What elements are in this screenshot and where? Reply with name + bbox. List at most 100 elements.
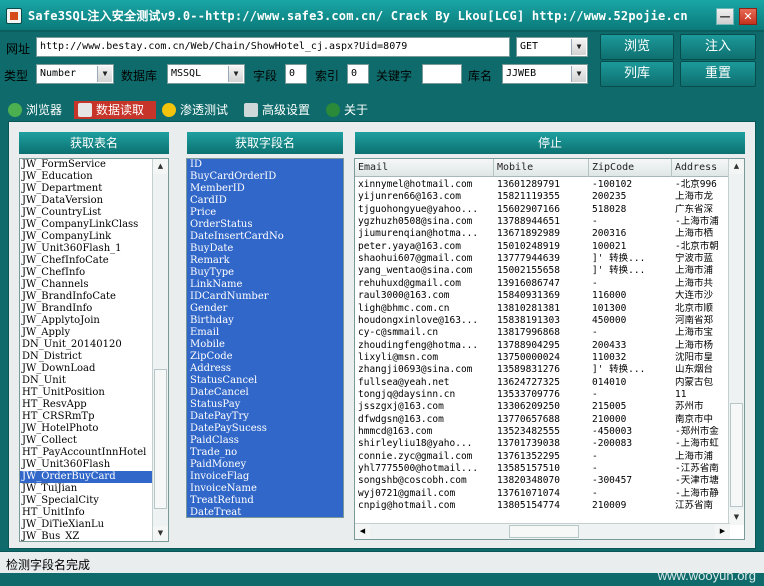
table-row[interactable]: dfwdgsn@163.com 13770657688 210000 南京市中	[355, 414, 730, 426]
table-list-item[interactable]: HT_ResvApp	[20, 399, 168, 411]
table-row[interactable]: yang_wentao@sina.com 15002155658]' 转换... 上…	[355, 265, 730, 277]
table-row[interactable]: houdongxinlove@163... 15838191303 450000 河南…	[355, 315, 730, 327]
table-row[interactable]: rehuhuxd@gmail.com 13916086747 - 上海市共	[355, 278, 730, 290]
scroll-right-icon[interactable]: ▶	[715, 524, 730, 539]
table-list-item[interactable]: HT_PayAccountInnHotel	[20, 447, 168, 459]
scroll-down-icon[interactable]: ▼	[729, 510, 744, 525]
table-row[interactable]: shirleyliu18@yaho... 13701739038 -200083 -上…	[355, 438, 730, 450]
field-list-item[interactable]: BuyCardOrderID	[187, 171, 343, 183]
table-row[interactable]: peter.yaya@163.com 15010248919 100021 -北京市朝	[355, 241, 730, 253]
chevron-down-icon[interactable]: ▼	[571, 66, 586, 82]
scroll-thumb[interactable]	[509, 525, 579, 538]
table-list-item[interactable]: JW_TuiJian	[20, 483, 168, 495]
column-header[interactable]: Email	[355, 159, 494, 177]
table-row[interactable]: tjguohongyue@yahoo... 15602907166 518028 广东…	[355, 204, 730, 216]
table-list-item[interactable]: JW_FormService	[20, 159, 168, 171]
field-list-item[interactable]: StatusCancel	[187, 375, 343, 387]
field-list-item[interactable]: DatePayTry	[187, 411, 343, 423]
field-list[interactable]: ID BuyCardOrderID MemberID CardID Price Order…	[186, 158, 344, 518]
table-list-item[interactable]: JW_DiTieXianLu	[20, 519, 168, 531]
grid-vertical-scrollbar[interactable]: ▲ ▼	[728, 159, 744, 525]
tab-browser[interactable]: 浏览器	[4, 101, 72, 119]
minimize-button[interactable]: —	[716, 8, 734, 25]
chevron-down-icon[interactable]: ▼	[228, 66, 243, 82]
table-list-item[interactable]: JW_BrandInfoCate	[20, 291, 168, 303]
table-list-item[interactable]: JW_Bus_XZ	[20, 531, 168, 541]
field-list-item[interactable]: BuyDate	[187, 243, 343, 255]
close-button[interactable]: ✕	[739, 8, 757, 25]
table-row[interactable]: yhl7775500@hotmail... 13585157510 - -江苏省南	[355, 463, 730, 475]
table-row[interactable]: wyj0721@gmail.com 13761071074 - -上海市静	[355, 488, 730, 500]
table-row[interactable]: cy-c@smmail.cn 13817996868 - 上海市宝	[355, 327, 730, 339]
field-list-item[interactable]: StatusPay	[187, 399, 343, 411]
table-list-item[interactable]: JW_BrandInfo	[20, 303, 168, 315]
table-row[interactable]: xinnymel@hotmail.com 13601289791 -100102 -北…	[355, 179, 730, 191]
field-list-item[interactable]: DateTreat	[187, 507, 343, 517]
table-list-item[interactable]: JW_Unit360Flash_1	[20, 243, 168, 255]
table-list-item[interactable]: JW_Unit360Flash	[20, 459, 168, 471]
scroll-thumb[interactable]	[730, 403, 743, 507]
field-list-item[interactable]: Gender	[187, 303, 343, 315]
table-list-item[interactable]: JW_Channels	[20, 279, 168, 291]
scroll-thumb[interactable]	[154, 369, 167, 509]
table-row[interactable]: ligh@bhmc.com.cn 13810281381 101300 北京市顺	[355, 303, 730, 315]
table-list-item[interactable]: JW_OrderBuyCard	[20, 471, 168, 483]
url-input[interactable]: http://www.bestay.com.cn/Web/Chain/ShowH…	[36, 37, 510, 57]
tab-advanced-settings[interactable]: 高级设置	[240, 101, 318, 119]
table-list-item[interactable]: JW_Department	[20, 183, 168, 195]
field-list-item[interactable]: MemberID	[187, 183, 343, 195]
table-list-item[interactable]: JW_HotelPhoto	[20, 423, 168, 435]
table-list-item[interactable]: JW_ChefInfo	[20, 267, 168, 279]
data-grid[interactable]: Email Mobile ZipCode Address xinnymel@ho…	[354, 158, 745, 540]
field-list-item[interactable]: OrderStatus	[187, 219, 343, 231]
field-list-item[interactable]: CardID	[187, 195, 343, 207]
table-list-item[interactable]: HT_UnitInfo	[20, 507, 168, 519]
field-list-item[interactable]: LinkName	[187, 279, 343, 291]
table-row[interactable]: yijunren66@163.com 15821119355 200235 上海市龙	[355, 191, 730, 203]
field-list-item[interactable]: Price	[187, 207, 343, 219]
table-row[interactable]: songshb@coscobh.com 13820348070 -300457 -天津…	[355, 475, 730, 487]
reset-button[interactable]: 重置	[680, 61, 756, 87]
table-row[interactable]: shaohui607@gmail.com 13777944639]' 转换... 宁…	[355, 253, 730, 265]
tab-pentest[interactable]: 渗透测试	[158, 101, 236, 119]
table-list-item[interactable]: JW_ApplytoJoin	[20, 315, 168, 327]
field-list-item[interactable]: Birthday	[187, 315, 343, 327]
field-list-item[interactable]: Remark	[187, 255, 343, 267]
dbname-select[interactable]: JJWEB ▼	[502, 64, 588, 84]
table-list-item[interactable]: JW_SpecialCity	[20, 495, 168, 507]
grid-horizontal-scrollbar[interactable]: ◀ ▶	[355, 523, 730, 539]
table-list[interactable]: JW_FormService JW_Education JW_Department J…	[19, 158, 169, 542]
column-header[interactable]: ZipCode	[589, 159, 672, 177]
field-list-item[interactable]: IDCardNumber	[187, 291, 343, 303]
table-list-item[interactable]: JW_Education	[20, 171, 168, 183]
table-list-item[interactable]: JW_DownLoad	[20, 363, 168, 375]
table-list-item[interactable]: JW_CompanyLink	[20, 231, 168, 243]
table-row[interactable]: jsszgxj@163.com 13306209250 215005 苏州市	[355, 401, 730, 413]
table-list-item[interactable]: JW_CompanyLinkClass	[20, 219, 168, 231]
field-list-item[interactable]: PaidMoney	[187, 459, 343, 471]
scroll-down-icon[interactable]: ▼	[153, 526, 168, 541]
field-list-item[interactable]: DateCancel	[187, 387, 343, 399]
table-row[interactable]: lixyli@msn.com 13750000024 110032 沈阳市皇	[355, 352, 730, 364]
column-header[interactable]: Mobile	[494, 159, 589, 177]
column-header[interactable]: Address	[672, 159, 730, 177]
table-row[interactable]: zhangji0693@sina.com 13589831276]' 转换... 山…	[355, 364, 730, 376]
table-row[interactable]: fullsea@yeah.net 13624727325 014010 内蒙古包	[355, 377, 730, 389]
chevron-down-icon[interactable]: ▼	[97, 66, 112, 82]
table-row[interactable]: jiumurenqian@hotma... 13671892989 200316 上海…	[355, 228, 730, 240]
table-list-item[interactable]: JW_CountryList	[20, 207, 168, 219]
table-list-item[interactable]: JW_ChefInfoCate	[20, 255, 168, 267]
db-select[interactable]: MSSQL ▼	[167, 64, 245, 84]
table-row[interactable]: connie.zyc@gmail.com 13761352295 - 上海市浦	[355, 451, 730, 463]
field-list-item[interactable]: InvoiceName	[187, 483, 343, 495]
table-row[interactable]: raul3000@163.com 15840931369 116000 大连市沙	[355, 290, 730, 302]
field-list-item[interactable]: DatePaySucess	[187, 423, 343, 435]
field-input[interactable]: 0	[285, 64, 307, 84]
index-input[interactable]: 0	[347, 64, 369, 84]
browse-button[interactable]: 浏览	[600, 34, 674, 60]
table-list-item[interactable]: DN_Unit	[20, 375, 168, 387]
tab-data-read[interactable]: 数据读取	[74, 101, 156, 119]
field-list-item[interactable]: InvoiceFlag	[187, 471, 343, 483]
table-row[interactable]: tongjq@daysinn.cn 13533709776 - 11	[355, 389, 730, 401]
chevron-down-icon[interactable]: ▼	[571, 39, 586, 55]
